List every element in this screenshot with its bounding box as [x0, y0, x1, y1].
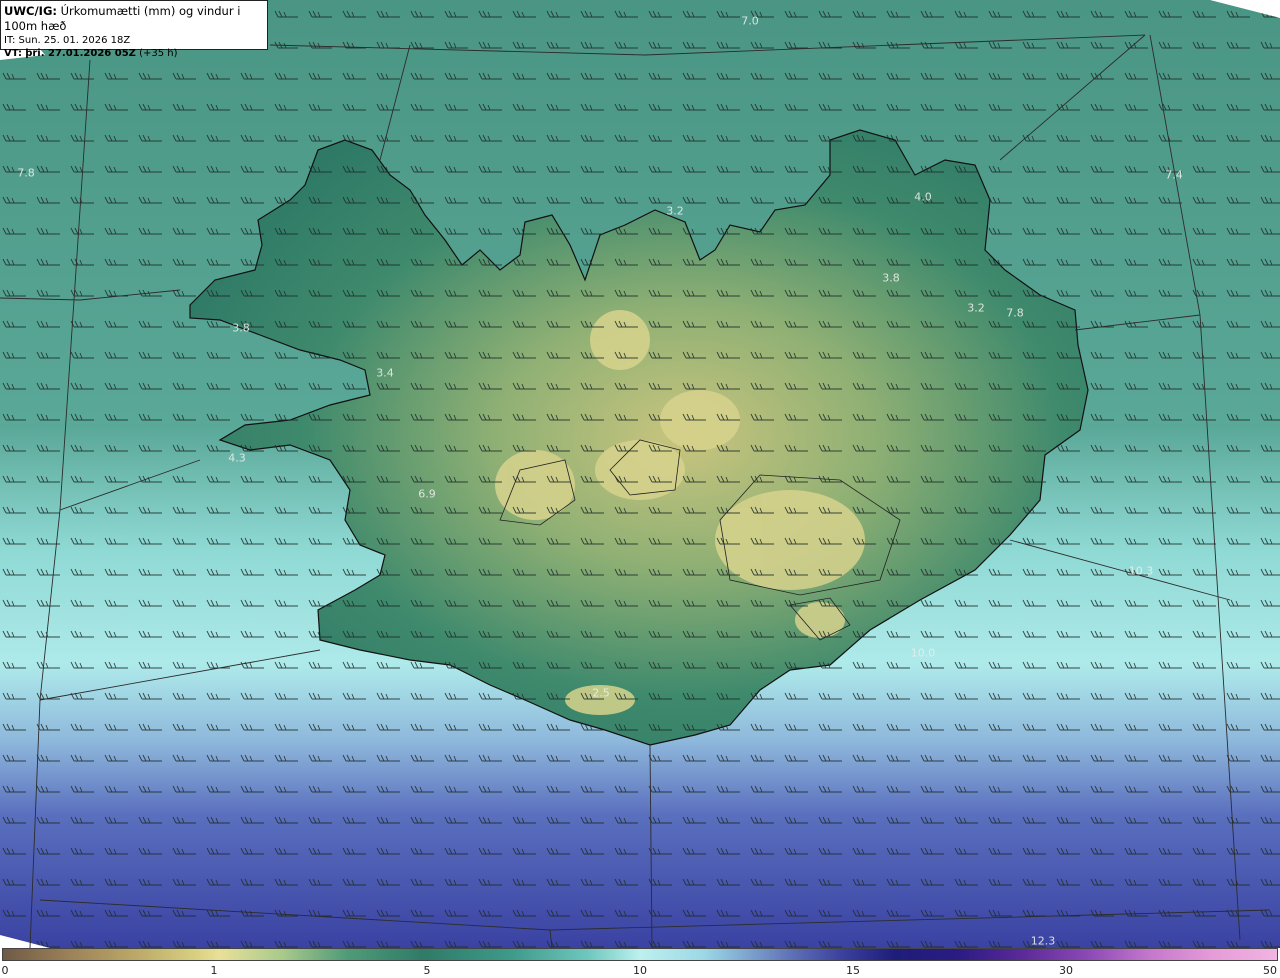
value-label: 7.0: [741, 14, 759, 28]
colorbar-legend: 0 1 5 10 15 30 50: [0, 948, 1280, 978]
value-label: 7.8: [1006, 306, 1024, 320]
lead-time: (+35 h): [139, 48, 178, 59]
valid-time: þri. 27.01.2026 05Z: [25, 48, 136, 59]
value-label: 4.0: [914, 190, 932, 204]
wind-barbs: [0, 0, 1280, 948]
value-label: 10.0: [910, 646, 936, 660]
value-label: 2.5: [592, 686, 610, 700]
value-label: 3.4: [376, 366, 394, 380]
colorbar-strip: [2, 948, 1278, 961]
colorbar-tick: 10: [633, 964, 647, 977]
value-label: 3.2: [967, 301, 985, 315]
value-label: 3.8: [232, 321, 250, 335]
colorbar-tick: 5: [423, 964, 431, 977]
value-label: 6.9: [418, 487, 436, 501]
value-label: 4.3: [228, 451, 246, 465]
value-label: 10.3: [1128, 564, 1154, 578]
valid-time-prefix: VT:: [4, 48, 23, 59]
value-label: 7.8: [17, 166, 35, 180]
value-label: 12.3: [1030, 934, 1056, 948]
colorbar-tick: 30: [1059, 964, 1073, 977]
model-label: UWC/IG:: [4, 4, 57, 18]
value-label: 7.4: [1165, 168, 1183, 182]
colorbar-tick: 50: [1263, 964, 1277, 977]
colorbar-tick: 15: [846, 964, 860, 977]
colorbar-tick: 0: [1, 964, 9, 977]
value-label: 3.2: [666, 204, 684, 218]
colorbar-tick: 1: [210, 964, 218, 977]
init-time: IT: Sun. 25. 01. 2026 18Z: [4, 35, 131, 46]
precipitation-map: [0, 0, 1280, 948]
map-info-box: UWC/IG: Úrkomumætti (mm) og vindur i 100…: [0, 0, 268, 59]
value-label: 3.8: [882, 271, 900, 285]
